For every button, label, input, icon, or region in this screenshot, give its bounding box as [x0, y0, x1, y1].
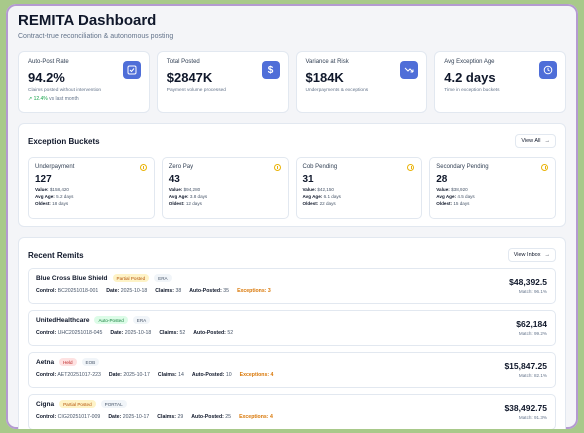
remit-meta: Control: UHC20251018-045 Date: 2025-10-1…	[36, 330, 234, 336]
match-rate: Match: 99.2%	[518, 331, 547, 336]
clock-icon	[541, 164, 548, 171]
bucket-count: 127	[35, 174, 52, 185]
type-badge: ERA	[132, 316, 151, 324]
match-rate: Match: 96.1%	[518, 289, 547, 294]
page-title: REMITA Dashboard	[18, 12, 157, 29]
trend-label: vs last month	[49, 96, 79, 102]
section-title: Exception Buckets	[28, 136, 100, 146]
bucket-avg-age: Avg Age: 6.1 days	[302, 194, 341, 199]
bucket-avg-age: Avg Age: 4.5 days	[436, 194, 475, 199]
payer-name: Aetna	[36, 358, 55, 366]
bucket-value: Value: $94,280	[168, 187, 201, 192]
recent-remits-panel: Recent Remits View Inbox → Blue Cross Blu…	[18, 237, 566, 429]
dollar-icon: $	[261, 61, 280, 79]
clock-icon	[539, 61, 557, 79]
bucket-name: Cob Pending	[302, 164, 338, 170]
remit-amount: $48,392.5	[509, 277, 547, 287]
bucket-oldest: Oldest: 18 days	[35, 201, 69, 206]
clock-icon	[273, 164, 281, 171]
payer-name: Cigna	[36, 400, 55, 408]
arrow-right-icon: →	[544, 138, 551, 144]
bucket-oldest: Oldest: 22 days	[302, 201, 336, 206]
kpi-desc: Payment volume processed	[166, 88, 226, 93]
trend-value: ↗ 12.4%	[28, 96, 48, 102]
kpi-row: Auto-Post Rate 94.2% Claims posted witho…	[18, 51, 566, 113]
bucket-cob-pending[interactable]: Cob Pending 31 Value: $42,150 Avg Age: 6…	[295, 157, 423, 219]
kpi-desc: Time in exception buckets	[444, 88, 500, 93]
bucket-zero-pay[interactable]: Zero Pay 43 Value: $94,280 Avg Age: 3.8 …	[161, 157, 289, 219]
check-icon	[122, 61, 141, 79]
page-subtitle: Contract-true reconciliation & autonomou…	[18, 33, 174, 40]
type-badge: ERA	[154, 274, 172, 282]
exception-buckets-panel: Exception Buckets View All → Underpayment…	[18, 123, 566, 227]
kpi-total-posted: Total Posted $2847K Payment volume proce…	[156, 51, 289, 113]
remit-amount: $38,492.75	[504, 403, 547, 413]
kpi-variance-at-risk: Variance at Risk $184K Underpayments & e…	[295, 51, 428, 113]
kpi-auto-post-rate: Auto-Post Rate 94.2% Claims posted witho…	[18, 51, 150, 113]
remit-meta: Control: BC20251018-001 Date: 2025-10-18…	[36, 288, 271, 294]
bucket-value: Value: $38,920	[436, 187, 468, 192]
bucket-name: Underpayment	[35, 164, 75, 170]
remit-amount: $15,847.25	[504, 361, 547, 371]
remit-row[interactable]: Aetna Held EOB Control: AET20251017-223 …	[28, 352, 556, 388]
bucket-underpayment[interactable]: Underpayment 127 Value: $158,420 Avg Age…	[28, 157, 155, 219]
bucket-value: Value: $42,150	[302, 187, 334, 192]
kpi-trend: ↗ 12.4% vs last month	[28, 96, 140, 102]
match-rate: Match: 82.1%	[518, 373, 547, 378]
type-badge: PORTAL	[100, 400, 127, 408]
status-badge: Auto-Posted	[94, 316, 128, 324]
payer-name: Blue Cross Blue Shield	[36, 274, 108, 282]
remit-row[interactable]: Cigna Partial Posted PORTAL Control: CIG…	[28, 394, 556, 429]
kpi-desc: Claims posted without intervention	[28, 88, 102, 93]
app-window: REMITA Dashboard Contract-true reconcili…	[6, 4, 578, 429]
bucket-oldest: Oldest: 12 days	[168, 201, 202, 206]
remit-meta: Control: AET20251017-223 Date: 2025-10-1…	[36, 372, 274, 378]
view-inbox-label: View Inbox	[513, 252, 541, 258]
bucket-name: Secondary Pending	[436, 164, 489, 170]
view-inbox-button[interactable]: View Inbox →	[507, 248, 556, 262]
remit-amount: $62,184	[516, 319, 547, 329]
bucket-avg-age: Avg Age: 3.8 days	[168, 194, 208, 199]
remit-meta: Control: CIG20251017-009 Date: 2025-10-1…	[36, 414, 273, 420]
bucket-count: 43	[168, 174, 180, 185]
bucket-count: 28	[436, 174, 448, 185]
bucket-oldest: Oldest: 15 days	[436, 201, 470, 206]
bucket-name: Zero Pay	[168, 164, 194, 170]
kpi-avg-exception-age: Avg Exception Age 4.2 days Time in excep…	[434, 51, 566, 113]
payer-name: UnitedHealthcare	[36, 316, 90, 324]
type-badge: EOB	[81, 358, 100, 366]
bucket-secondary-pending[interactable]: Secondary Pending 28 Value: $38,920 Avg …	[429, 157, 556, 219]
view-all-button[interactable]: View All →	[515, 134, 556, 148]
status-badge: Partial Posted	[59, 400, 96, 408]
remit-row[interactable]: UnitedHealthcare Auto-Posted ERA Control…	[28, 310, 556, 346]
bucket-value: Value: $158,420	[35, 187, 69, 192]
remit-row[interactable]: Blue Cross Blue Shield Partial Posted ER…	[28, 268, 556, 304]
view-all-label: View All	[521, 138, 541, 144]
kpi-desc: Underpayments & exceptions	[305, 88, 369, 93]
status-badge: Partial Posted	[112, 274, 150, 282]
bucket-avg-age: Avg Age: 5.2 days	[35, 194, 74, 199]
clock-icon	[139, 164, 147, 171]
trend-down-icon	[400, 61, 419, 79]
status-badge: Held	[59, 358, 77, 366]
bucket-count: 31	[302, 174, 314, 185]
match-rate: Match: 91.3%	[518, 415, 547, 420]
arrow-right-icon: →	[544, 252, 551, 258]
section-title: Recent Remits	[28, 250, 84, 260]
